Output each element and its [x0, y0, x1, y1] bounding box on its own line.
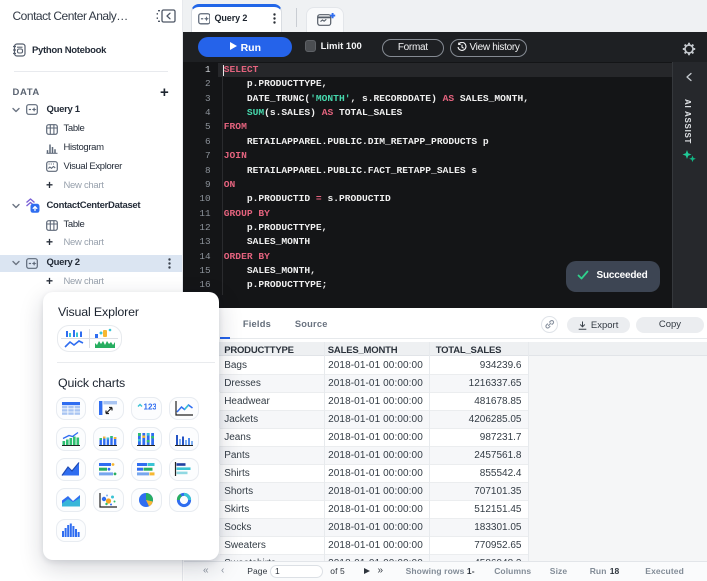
svg-text:123: 123 [144, 403, 157, 412]
